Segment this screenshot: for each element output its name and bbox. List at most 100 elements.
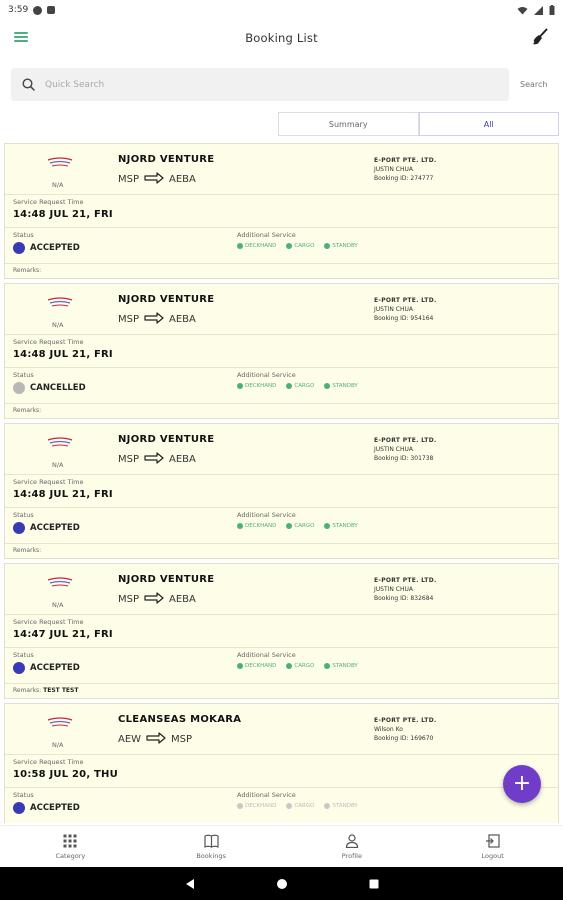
booking-card[interactable]: N/A NJORD VENTURE MSP AEBA E-PORT PTE. LTD. J…	[4, 143, 559, 279]
route-from: MSP	[118, 314, 140, 325]
status-label: Status	[13, 371, 34, 379]
back-icon[interactable]	[184, 878, 196, 890]
service-tag-standby: STANDBY	[324, 243, 358, 249]
status-badge: ACCEPTED	[13, 522, 80, 534]
status-row: Status ACCEPTED Additional Service DECKHAND…	[5, 508, 558, 544]
service-request-time: 14:48 JUL 21, FRI	[13, 489, 113, 500]
service-tag-deckhand: DECKHAND	[237, 803, 276, 809]
app-bar: Booking List	[0, 20, 563, 56]
status-dot-icon	[13, 802, 25, 814]
nav-logout[interactable]: Logout	[422, 826, 563, 867]
vessel-name: NJORD VENTURE	[118, 154, 215, 165]
additional-services: DECKHAND CARGO STANDBY	[237, 523, 358, 529]
check-circle-icon	[324, 243, 331, 249]
check-circle-icon	[286, 663, 293, 669]
search-button[interactable]: Search	[520, 80, 547, 89]
route-arrow-icon	[144, 172, 164, 187]
agent-person: JUSTIN CHUA	[374, 446, 413, 453]
vessel-name: NJORD VENTURE	[118, 294, 215, 305]
recents-icon[interactable]	[368, 878, 380, 890]
agent-person: JUSTIN CHUA	[374, 586, 413, 593]
agent-company: E-PORT PTE. LTD.	[374, 157, 437, 164]
status-text: ACCEPTED	[30, 663, 80, 673]
booking-card[interactable]: N/A CLEANSEAS MOKARA AEW MSP E-PORT PTE. LTD…	[4, 703, 559, 823]
nav-category[interactable]: Category	[0, 826, 141, 867]
clear-brush-icon[interactable]	[531, 28, 549, 46]
service-tag-cargo: CARGO	[286, 663, 314, 669]
status-row: Status ACCEPTED Additional Service DECKHAND…	[5, 788, 558, 823]
logo-caption: N/A	[52, 321, 64, 329]
battery-icon	[549, 5, 555, 15]
additional-service-label: Additional Service	[237, 371, 296, 379]
remarks: Remarks:	[13, 407, 41, 414]
booking-id: Booking ID: 169670	[374, 735, 434, 742]
menu-icon[interactable]	[14, 30, 28, 44]
status-badge: ACCEPTED	[13, 802, 80, 814]
route-from: MSP	[118, 454, 140, 465]
route: MSP AEBA	[118, 592, 196, 607]
nav-bookings-label: Bookings	[196, 851, 226, 860]
status-row: Status ACCEPTED Additional Service DECKHAND…	[5, 228, 558, 264]
logout-icon	[486, 833, 500, 848]
service-tag-deckhand: DECKHAND	[237, 243, 276, 249]
booking-list[interactable]: N/A NJORD VENTURE MSP AEBA E-PORT PTE. LTD. J…	[4, 143, 559, 823]
nav-profile[interactable]: Profile	[282, 826, 423, 867]
nav-profile-label: Profile	[341, 851, 362, 860]
route: MSP AEBA	[118, 312, 196, 327]
booking-card[interactable]: N/A NJORD VENTURE MSP AEBA E-PORT PTE. LTD. J…	[4, 283, 559, 419]
route-arrow-icon	[144, 592, 164, 607]
vessel-logo-icon	[45, 154, 75, 172]
agent-info: E-PORT PTE. LTD. JUSTIN CHUA Booking ID: 8…	[374, 576, 437, 603]
grid-icon	[63, 834, 77, 847]
logo-caption: N/A	[52, 461, 64, 469]
book-icon	[204, 834, 219, 848]
service-tag-cargo: CARGO	[286, 383, 314, 389]
booking-card-header: N/A NJORD VENTURE MSP AEBA E-PORT PTE. LTD. J…	[5, 424, 558, 475]
additional-services: DECKHAND CARGO STANDBY	[237, 803, 358, 809]
service-tag-cargo: CARGO	[286, 803, 314, 809]
check-circle-icon	[286, 243, 293, 249]
tab-summary[interactable]: Summary	[278, 112, 419, 136]
search-input[interactable]	[45, 79, 445, 90]
view-tabs: Summary All	[278, 112, 559, 136]
additional-service-label: Additional Service	[237, 511, 296, 519]
system-nav-bar	[0, 867, 563, 900]
booking-card[interactable]: N/A NJORD VENTURE MSP AEBA E-PORT PTE. LTD. J…	[4, 563, 559, 699]
remarks-row: Remarks: TEST TEST	[5, 684, 558, 698]
status-dot-icon	[13, 662, 25, 674]
sim-icon	[47, 6, 56, 14]
status-dot-icon	[13, 382, 25, 394]
vessel-name: CLEANSEAS MOKARA	[118, 714, 242, 725]
agent-company: E-PORT PTE. LTD.	[374, 577, 437, 584]
route-to: AEBA	[169, 454, 196, 465]
route-arrow-icon	[146, 732, 166, 747]
status-time: 3:59	[8, 5, 29, 15]
check-circle-icon	[286, 523, 293, 529]
service-request-time: 14:48 JUL 21, FRI	[13, 349, 113, 360]
check-circle-icon	[324, 383, 331, 389]
nav-bookings[interactable]: Bookings	[141, 826, 282, 867]
service-request-time-row: Service Request Time 14:48 JUL 21, FRI	[5, 335, 558, 368]
vessel-name: NJORD VENTURE	[118, 574, 215, 585]
agent-person: JUSTIN CHUA	[374, 306, 413, 313]
tab-all[interactable]: All	[418, 112, 559, 136]
booking-card[interactable]: N/A NJORD VENTURE MSP AEBA E-PORT PTE. LTD. J…	[4, 423, 559, 559]
remarks-label: Remarks:	[13, 547, 42, 554]
add-booking-button[interactable]: +	[503, 765, 541, 803]
service-tag-standby: STANDBY	[324, 663, 358, 669]
service-tag-standby: STANDBY	[324, 383, 358, 389]
service-tag-deckhand: DECKHAND	[237, 523, 276, 529]
bottom-nav: Category Bookings Profile Logout	[0, 825, 563, 867]
service-tag-deckhand: DECKHAND	[237, 663, 276, 669]
status-dot-icon	[13, 242, 25, 254]
search-box[interactable]	[11, 68, 509, 101]
agent-company: E-PORT PTE. LTD.	[374, 437, 437, 444]
additional-services: DECKHAND CARGO STANDBY	[237, 243, 358, 249]
service-request-time-row: Service Request Time 10:58 JUL 20, THU	[5, 755, 558, 788]
home-icon[interactable]	[276, 878, 288, 890]
service-tag-deckhand: DECKHAND	[237, 383, 276, 389]
signal-icon	[534, 5, 543, 15]
check-circle-icon	[324, 523, 331, 529]
remarks-label: Remarks:	[13, 687, 42, 694]
booking-card-header: N/A CLEANSEAS MOKARA AEW MSP E-PORT PTE. LTD…	[5, 704, 558, 755]
